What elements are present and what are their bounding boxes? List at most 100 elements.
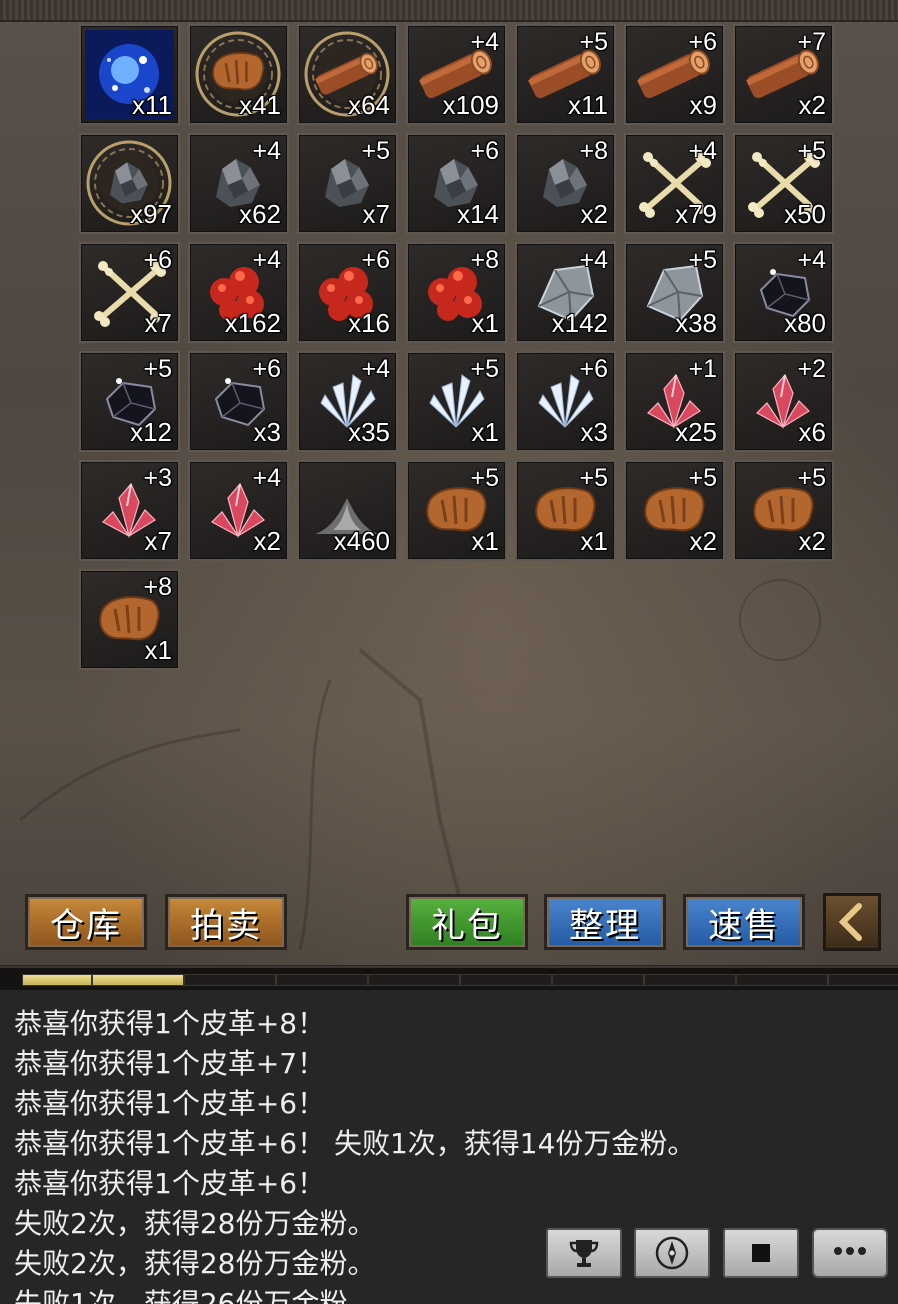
- item-enhance-level: +5: [797, 137, 826, 165]
- item-count: x41: [239, 90, 281, 120]
- chat-line: 失败1次，获得26份万金粉。: [14, 1287, 376, 1304]
- quick-sell-button[interactable]: 速售: [683, 894, 805, 950]
- item-enhance-level: +2: [797, 355, 826, 383]
- item-enhance-level: +5: [470, 464, 499, 492]
- gift-pack-button[interactable]: 礼包: [406, 894, 528, 950]
- item-count: x1: [471, 526, 499, 556]
- item-count: x1: [580, 526, 608, 556]
- inventory-slot[interactable]: +7 x2: [733, 24, 834, 125]
- inventory-slot[interactable]: +4 x142: [515, 242, 616, 343]
- chat-line: 失败2次，获得28份万金粉。: [14, 1247, 376, 1280]
- chat-line: 恭喜你获得1个皮革+6！ 失败1次，获得14份万金粉。: [14, 1127, 696, 1160]
- inventory-slot[interactable]: +5 x2: [733, 460, 834, 561]
- inventory-slot[interactable]: +6 x3: [188, 351, 289, 452]
- item-count: x62: [239, 199, 281, 229]
- item-enhance-level: +8: [579, 137, 608, 165]
- inventory-slot[interactable]: +4 x2: [188, 460, 289, 561]
- inventory-slot[interactable]: +5 x38: [624, 242, 725, 343]
- item-count: x2: [580, 199, 608, 229]
- inventory-slot[interactable]: +1 x25: [624, 351, 725, 452]
- inventory-slot[interactable]: +6 x3: [515, 351, 616, 452]
- inventory-slot[interactable]: +5 x12: [79, 351, 180, 452]
- inventory-slot[interactable]: +6 x7: [79, 242, 180, 343]
- inventory-slot[interactable]: x41: [188, 24, 289, 125]
- item-enhance-level: +1: [688, 355, 717, 383]
- inventory-slot[interactable]: x97: [79, 133, 180, 234]
- item-count: x16: [348, 308, 390, 338]
- inventory-slot[interactable]: +4 x35: [297, 351, 398, 452]
- item-enhance-level: +5: [688, 246, 717, 274]
- item-count: x162: [224, 308, 281, 338]
- inventory-slot[interactable]: +4 x80: [733, 242, 834, 343]
- inventory-panel: x11 x41 x64 +4 x109 +5 x11 +6 x9 +7 x2 x97 +4 x62 +5 x7…: [0, 0, 898, 965]
- stop-button[interactable]: [723, 1228, 799, 1278]
- inventory-slot[interactable]: +3 x7: [79, 460, 180, 561]
- inventory-slot[interactable]: +5 x1: [515, 460, 616, 561]
- progress-segment: [22, 974, 92, 986]
- inventory-slot[interactable]: +6 x9: [624, 24, 725, 125]
- panel-top-border: [0, 0, 898, 22]
- item-enhance-level: +4: [252, 246, 281, 274]
- inventory-slot[interactable]: +5 x7: [297, 133, 398, 234]
- item-enhance-level: +4: [252, 137, 281, 165]
- inventory-slot[interactable]: +8 x2: [515, 133, 616, 234]
- inventory-slot[interactable]: +5 x11: [515, 24, 616, 125]
- item-enhance-level: +8: [470, 246, 499, 274]
- inventory-slot[interactable]: +4 x162: [188, 242, 289, 343]
- item-count: x2: [253, 526, 281, 556]
- inventory-slot[interactable]: +8 x1: [406, 242, 507, 343]
- item-count: x38: [675, 308, 717, 338]
- chat-line: 失败2次，获得28份万金粉。: [14, 1207, 376, 1240]
- progress-segment: [368, 974, 460, 986]
- item-enhance-level: +8: [143, 573, 172, 601]
- item-count: x460: [333, 526, 390, 556]
- trophy-icon: [569, 1240, 599, 1267]
- item-enhance-level: +5: [579, 28, 608, 56]
- inventory-slot[interactable]: +4 x62: [188, 133, 289, 234]
- item-enhance-level: +5: [688, 464, 717, 492]
- auction-button[interactable]: 拍卖: [165, 894, 287, 950]
- progress-segment: [828, 974, 898, 986]
- item-enhance-level: +4: [361, 355, 390, 383]
- item-count: x12: [130, 417, 172, 447]
- item-enhance-level: +6: [470, 137, 499, 165]
- item-count: x109: [442, 90, 499, 120]
- item-enhance-level: +6: [143, 246, 172, 274]
- progress-segment: [460, 974, 552, 986]
- chevron-left-icon: [838, 903, 862, 941]
- item-count: x2: [798, 90, 826, 120]
- collapse-button[interactable]: [823, 893, 881, 951]
- item-count: x3: [253, 417, 281, 447]
- inventory-slot[interactable]: +5 x1: [406, 351, 507, 452]
- item-count: x35: [348, 417, 390, 447]
- inventory-slot[interactable]: +4 x109: [406, 24, 507, 125]
- item-count: x11: [568, 90, 608, 120]
- inventory-slot[interactable]: +6 x14: [406, 133, 507, 234]
- progress-segment: [552, 974, 644, 986]
- item-enhance-level: +6: [252, 355, 281, 383]
- compass-button[interactable]: [634, 1228, 710, 1278]
- sort-button[interactable]: 整理: [544, 894, 666, 950]
- progress-segment: [184, 974, 276, 986]
- item-count: x25: [675, 417, 717, 447]
- item-count: x64: [348, 90, 390, 120]
- inventory-slot[interactable]: +4 x79: [624, 133, 725, 234]
- item-enhance-level: +5: [579, 464, 608, 492]
- item-count: x7: [362, 199, 390, 229]
- inventory-slot[interactable]: x64: [297, 24, 398, 125]
- warehouse-button[interactable]: 仓库: [25, 894, 147, 950]
- inventory-slot[interactable]: +5 x50: [733, 133, 834, 234]
- inventory-slot[interactable]: +6 x16: [297, 242, 398, 343]
- inventory-slot[interactable]: x460: [297, 460, 398, 561]
- chat-bubble-icon: [834, 1247, 866, 1255]
- chat-line: 恭喜你获得1个皮革+6！: [14, 1167, 326, 1200]
- chat-button[interactable]: [812, 1228, 888, 1278]
- inventory-slot[interactable]: +5 x1: [406, 460, 507, 561]
- trophy-button[interactable]: [546, 1228, 622, 1278]
- inventory-slot[interactable]: +8 x1: [79, 569, 180, 670]
- inventory-slot[interactable]: x11: [79, 24, 180, 125]
- item-enhance-level: +4: [470, 28, 499, 56]
- progress-segment: [92, 974, 184, 986]
- inventory-slot[interactable]: +2 x6: [733, 351, 834, 452]
- inventory-slot[interactable]: +5 x2: [624, 460, 725, 561]
